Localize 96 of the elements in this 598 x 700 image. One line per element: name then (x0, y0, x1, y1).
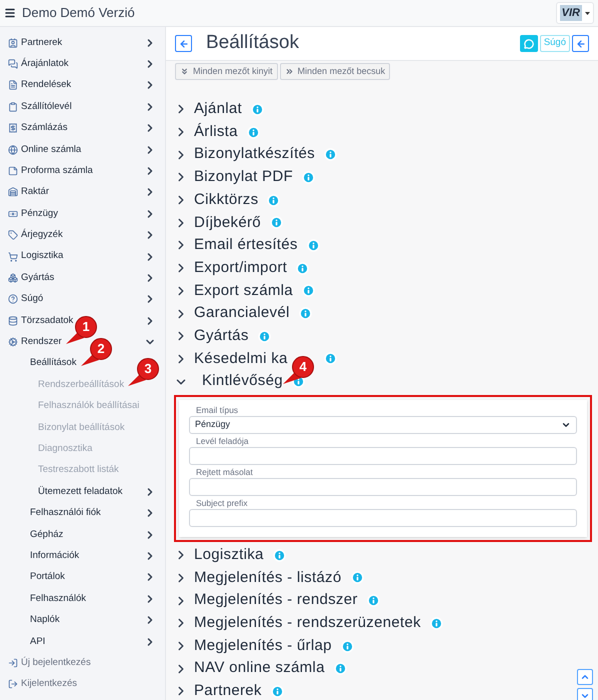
sidebar-item[interactable]: Rendszer (21, 335, 62, 350)
input-field[interactable] (189, 478, 577, 496)
app-title: Demo Demó Verzió (22, 4, 135, 22)
sidebar-item[interactable]: Felhasználók (30, 592, 86, 606)
back-button[interactable] (175, 35, 192, 52)
sidebar-item[interactable]: Beállítások (30, 356, 76, 371)
field-label: Rejtett másolat (196, 466, 254, 478)
section-title[interactable]: Megjelenítés - listázó (194, 566, 342, 590)
sidebar-item[interactable]: Gépház (30, 528, 64, 542)
logo-button[interactable]: VIR (556, 2, 594, 24)
section-title[interactable]: Email értesítés (194, 234, 298, 257)
receipt-icon (8, 123, 18, 134)
sidebar-item[interactable]: Logisztika (21, 249, 64, 264)
section-title[interactable]: Késedelmi ka (194, 348, 288, 370)
globe-icon (8, 144, 18, 155)
sidebar-item[interactable]: Proforma számla (21, 164, 93, 178)
section-title[interactable]: Bizonylatkészítés (194, 143, 315, 166)
section-title[interactable]: Cikktörzs (194, 188, 258, 212)
input-field[interactable] (189, 508, 577, 527)
section-title[interactable]: Gyártás (194, 324, 249, 348)
sidebar-item[interactable]: Raktár (21, 185, 49, 200)
page-title: Beállítások (206, 31, 299, 56)
double-chevron-right-icon (284, 67, 294, 76)
callout-pointer-icon (79, 338, 113, 368)
chat-icon (8, 59, 18, 70)
scroll-down-button[interactable] (577, 688, 593, 700)
sidebar-item[interactable]: Felhasználói fiók (30, 506, 101, 520)
section-title[interactable]: Árlista (194, 120, 238, 144)
section-title[interactable]: Megjelenítés - rendszerüzenetek (194, 612, 421, 635)
field-label: Email típus (196, 404, 240, 416)
sidebar-item[interactable]: Pénzügy (21, 206, 58, 221)
select-field[interactable]: Pénzügy (189, 416, 577, 434)
section-title[interactable]: Partnerek (194, 680, 262, 700)
section-title[interactable]: Export/import (194, 256, 288, 280)
document-icon (8, 80, 18, 90)
caret-icon (585, 12, 590, 14)
section-title[interactable]: NAV online számla (194, 657, 325, 680)
section-title[interactable]: Garancialevél (194, 302, 290, 325)
tag-icon (8, 230, 18, 240)
sidebar-item[interactable]: Gyártás (21, 270, 54, 286)
section-title[interactable]: Díjbekérő (194, 212, 261, 234)
sidebar-item[interactable]: Árjegyzék (21, 228, 63, 242)
sidebar-item[interactable]: Számlázás (21, 121, 68, 136)
chevron-down-icon (580, 691, 590, 700)
field-label: Levél feladója (196, 436, 250, 447)
arrow-left-icon (576, 38, 586, 48)
note-icon (8, 166, 18, 176)
section-title[interactable]: Export számla (194, 280, 293, 302)
database-icon (8, 316, 18, 326)
gear-icon (8, 337, 18, 348)
back-button[interactable] (572, 35, 589, 52)
sidebar-item[interactable]: Ütemezett feladatok (38, 484, 122, 500)
sidebar-item[interactable]: Szállítólevél (21, 100, 72, 114)
sidebar-item[interactable]: Partnerek (21, 36, 62, 50)
sidebar-item[interactable]: Rendelések (21, 78, 72, 93)
arrow-left-icon (178, 38, 188, 48)
section-title[interactable]: Logisztika (194, 544, 264, 567)
sidebar-item[interactable]: Portálok (30, 570, 65, 585)
chat-icon (524, 38, 534, 48)
banknote-icon (8, 208, 18, 219)
cart-icon (8, 252, 18, 262)
toolbar-button[interactable]: Minden mezőt kinyit (175, 63, 278, 80)
warehouse-icon (8, 187, 18, 198)
sidebar-link[interactable]: Új bejelentkezés (21, 656, 91, 670)
chat-button[interactable] (520, 35, 538, 52)
input-field[interactable] (189, 446, 577, 465)
sidebar-item[interactable]: Információk (30, 548, 80, 564)
section-title[interactable]: Bizonylat PDF (194, 166, 293, 189)
logout-icon (8, 679, 18, 690)
help-icon (8, 294, 18, 304)
chevron-up-icon (580, 672, 590, 682)
sidebar-item[interactable]: Árajánlatok (21, 56, 69, 72)
sidebar-item[interactable]: Törzsadatok (21, 314, 74, 328)
callout-number: 2 (96, 341, 106, 357)
section-title[interactable]: Megjelenítés - rendszer (194, 589, 358, 612)
double-chevron-down-icon (180, 67, 189, 76)
sidebar-item[interactable]: Súgó (21, 292, 44, 306)
scroll-up-button[interactable] (577, 669, 593, 685)
field-label: Subject prefix (196, 498, 248, 509)
boxes-icon (8, 272, 18, 283)
section-title[interactable]: Ajánlat (194, 98, 242, 121)
sidebar-item[interactable]: API (30, 634, 46, 649)
toolbar-button[interactable]: Minden mezőt becsuk (280, 63, 390, 80)
sidebar-item[interactable]: Online számla (21, 142, 82, 157)
contact-icon (8, 38, 18, 48)
sidebar-link[interactable]: Kijelentkezés (21, 677, 77, 692)
section-title[interactable]: Kintlévőség (202, 370, 283, 393)
sidebar-item[interactable]: Naplók (30, 613, 60, 628)
section-title[interactable]: Megjelenítés - űrlap (194, 634, 332, 658)
callout-number: 3 (143, 361, 153, 377)
callout-number: 4 (298, 359, 308, 375)
menu-icon[interactable] (4, 7, 16, 19)
callout-pointer-icon (126, 358, 160, 388)
login-icon (8, 658, 18, 668)
callout-number: 1 (81, 319, 91, 335)
clipboard-icon (8, 102, 18, 112)
